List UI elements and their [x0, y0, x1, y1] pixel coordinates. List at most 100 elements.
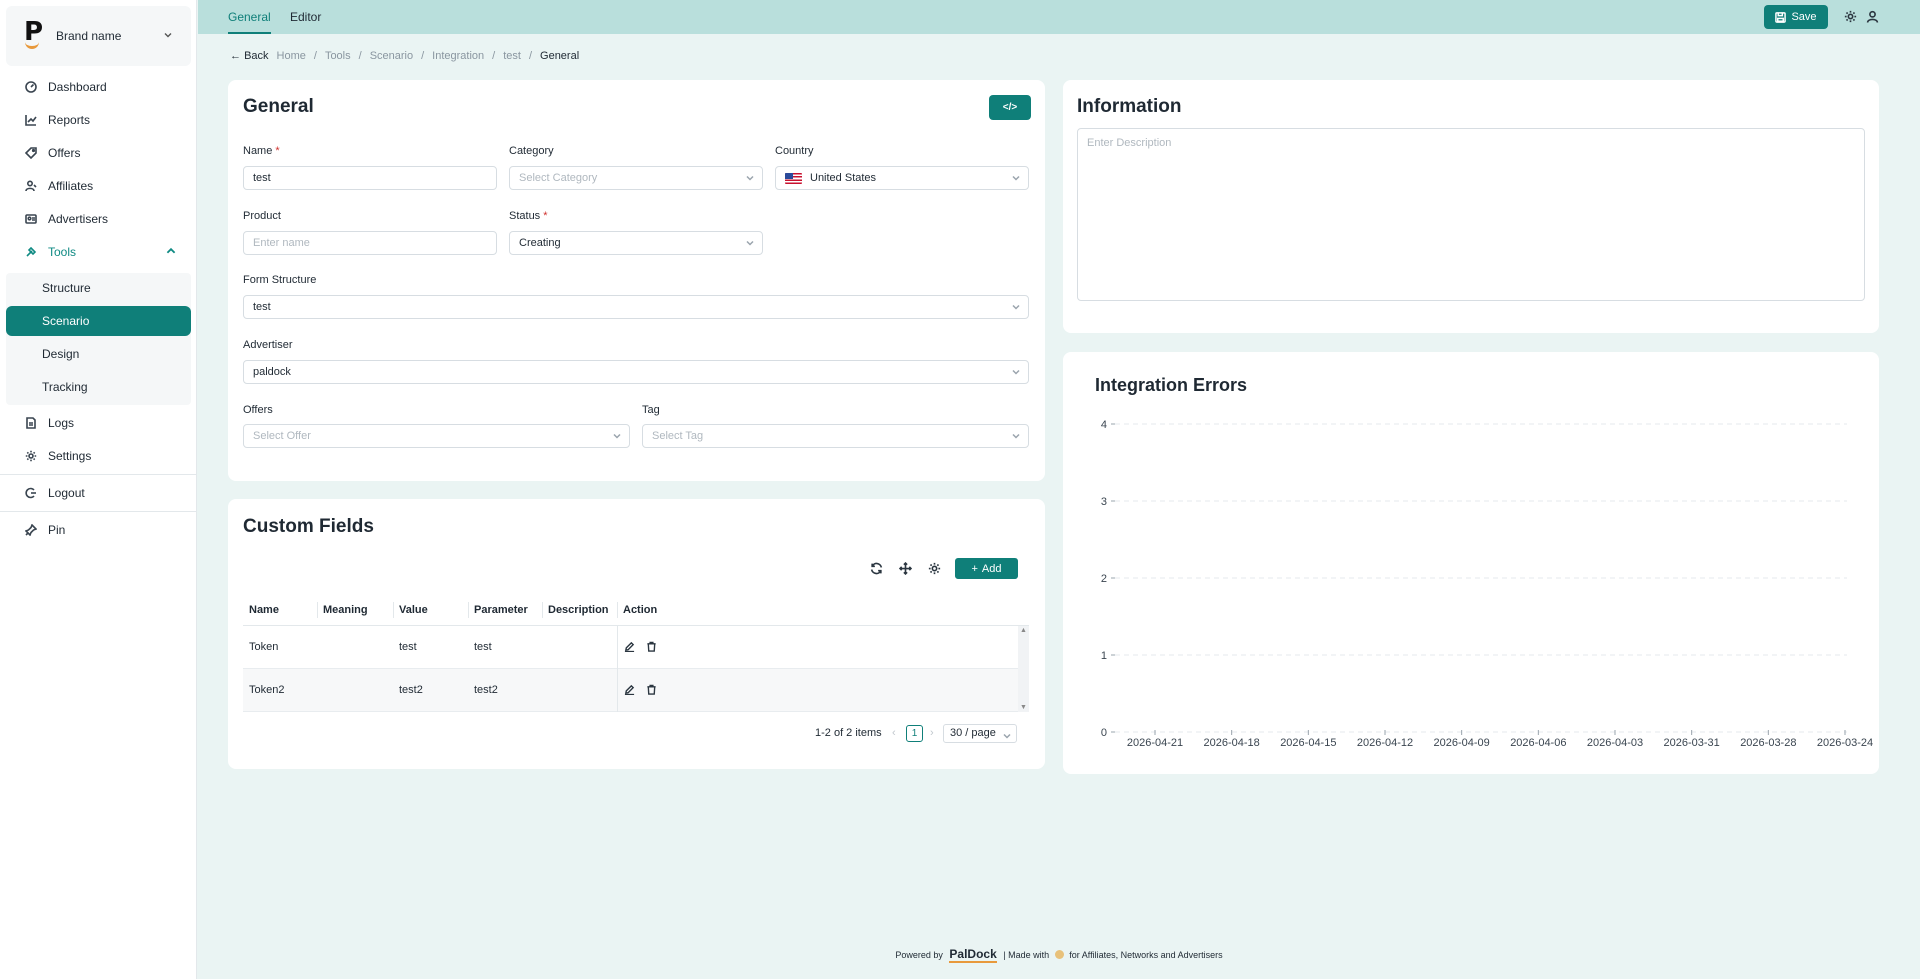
description-textarea[interactable]: Enter Description [1077, 128, 1865, 301]
us-flag-icon [785, 172, 802, 184]
page-size-select[interactable]: 30 / page [943, 724, 1017, 743]
refresh-icon[interactable] [870, 562, 884, 576]
category-placeholder: Select Category [519, 172, 598, 184]
sidebar-item-settings[interactable]: Settings [6, 442, 191, 470]
table-row[interactable]: Token test test [243, 626, 1018, 669]
status-select[interactable]: Creating [509, 231, 763, 255]
sidebar-item-dashboard[interactable]: Dashboard [6, 73, 191, 101]
sidebar-item-offers[interactable]: Offers [6, 139, 191, 167]
sidebar-item-tools[interactable]: Tools [6, 238, 191, 266]
tab-editor[interactable]: Editor [290, 0, 321, 34]
sidebar-item-pin[interactable]: Pin [6, 516, 191, 544]
country-select[interactable]: United States [775, 166, 1029, 190]
breadcrumb-sep: / [313, 50, 317, 62]
cell-value: test [399, 641, 417, 653]
column-header-description[interactable]: Description [542, 594, 609, 626]
column-header-value[interactable]: Value [393, 594, 428, 626]
brand-switcher[interactable]: P Brand name [6, 6, 191, 66]
advertiser-select[interactable]: paldock [243, 360, 1029, 384]
breadcrumb-item[interactable]: test [503, 50, 521, 62]
back-button[interactable]: ← Back [230, 50, 269, 62]
chart-x-tick-label: 2026-03-24 [1817, 737, 1873, 749]
logs-icon [24, 416, 38, 430]
chart-x-tick-label: 2026-04-12 [1357, 737, 1413, 749]
scroll-down-icon[interactable]: ▼ [1020, 704, 1027, 711]
chevron-down-icon [1012, 173, 1020, 181]
scroll-up-icon[interactable]: ▲ [1020, 627, 1027, 634]
sidebar-divider [0, 511, 197, 512]
breadcrumb-item[interactable]: Home [277, 50, 306, 62]
sidebar-subitem-structure[interactable]: Structure [6, 273, 191, 303]
sidebar-subitem-label: Design [42, 347, 80, 361]
sidebar-item-logs[interactable]: Logs [6, 409, 191, 437]
save-icon [1775, 11, 1787, 23]
footer-made-with: Made with [1008, 950, 1050, 960]
delete-icon[interactable] [646, 641, 658, 653]
footer-brand[interactable]: PalDock [949, 947, 997, 963]
sidebar-item-affiliates[interactable]: Affiliates [6, 172, 191, 200]
sidebar-item-label: Pin [48, 523, 66, 537]
form-structure-select[interactable]: test [243, 295, 1029, 319]
sidebar-subitem-label: Scenario [42, 314, 90, 328]
gear-icon[interactable] [928, 562, 942, 576]
form-structure-label: Form Structure [243, 274, 317, 286]
footer-powered-by: Powered by [895, 950, 943, 960]
product-input[interactable]: Enter name [243, 231, 497, 255]
edit-icon[interactable] [624, 684, 636, 696]
name-input[interactable]: test [243, 166, 497, 190]
breadcrumb: ← Back Home / Tools / Scenario / Integratio… [230, 50, 579, 62]
chevron-down-icon [1012, 367, 1020, 375]
edit-icon[interactable] [624, 641, 636, 653]
chevron-down-icon [746, 173, 754, 181]
column-header-action: Action [623, 604, 658, 616]
chart-y-tick-label: 1 [1101, 650, 1107, 662]
move-icon[interactable] [898, 561, 913, 576]
name-label-text: Name [243, 145, 273, 157]
sidebar-item-label: Dashboard [48, 80, 107, 94]
general-card [228, 80, 1045, 481]
table-row[interactable]: Token2 test2 test2 [243, 669, 1018, 712]
cell-name: Token [249, 641, 279, 653]
add-field-button[interactable]: + Add [955, 558, 1018, 579]
breadcrumb-item[interactable]: Integration [432, 50, 484, 62]
column-header-name[interactable]: Name [243, 594, 279, 626]
chart-y-tick-label: 3 [1101, 496, 1107, 508]
save-button[interactable]: Save [1764, 5, 1828, 29]
sidebar-item-reports[interactable]: Reports [6, 106, 191, 134]
offers-select[interactable]: Select Offer [243, 424, 630, 448]
gear-icon[interactable] [1844, 10, 1858, 24]
chart-y-tick-label: 4 [1101, 419, 1107, 431]
sidebar-item-label: Tools [48, 245, 77, 259]
footer-tagline: for Affiliates, Networks and Advertisers [1069, 950, 1223, 960]
table-header: Name Meaning Value Parameter Description… [243, 594, 1029, 626]
sidebar-subitem-scenario[interactable]: Scenario [6, 306, 191, 336]
code-view-button[interactable]: </> [989, 95, 1031, 120]
tab-general[interactable]: General [228, 0, 271, 34]
user-icon[interactable] [1866, 10, 1880, 24]
table-scrollbar[interactable]: ▲ ▼ [1018, 626, 1029, 712]
page-number-button[interactable]: 1 [906, 725, 923, 742]
sidebar-item-advertisers[interactable]: Advertisers [6, 205, 191, 233]
sidebar-item-label: Logout [48, 486, 85, 500]
tag-select[interactable]: Select Tag [642, 424, 1029, 448]
sidebar-item-logout[interactable]: Logout [6, 479, 191, 507]
gear-icon [24, 449, 38, 463]
sidebar-subitem-tracking[interactable]: Tracking [6, 372, 191, 402]
breadcrumb-item[interactable]: Tools [325, 50, 351, 62]
sidebar-subitem-label: Tracking [42, 380, 88, 394]
arrow-left-icon: ← [230, 50, 241, 62]
affiliates-icon [24, 179, 38, 193]
next-page-icon[interactable]: › [930, 727, 934, 739]
delete-icon[interactable] [646, 684, 658, 696]
chart-x-tick-label: 2026-03-28 [1740, 737, 1796, 749]
column-header-parameter[interactable]: Parameter [468, 594, 528, 626]
breadcrumb-sep: / [358, 50, 362, 62]
cell-parameter: test2 [474, 684, 498, 696]
sidebar-subitem-design[interactable]: Design [6, 339, 191, 369]
column-header-meaning[interactable]: Meaning [317, 594, 368, 626]
sidebar-item-label: Settings [48, 449, 92, 463]
cell-meaning [317, 626, 323, 669]
category-select[interactable]: Select Category [509, 166, 763, 190]
breadcrumb-item[interactable]: Scenario [370, 50, 413, 62]
prev-page-icon[interactable]: ‹ [892, 727, 896, 739]
